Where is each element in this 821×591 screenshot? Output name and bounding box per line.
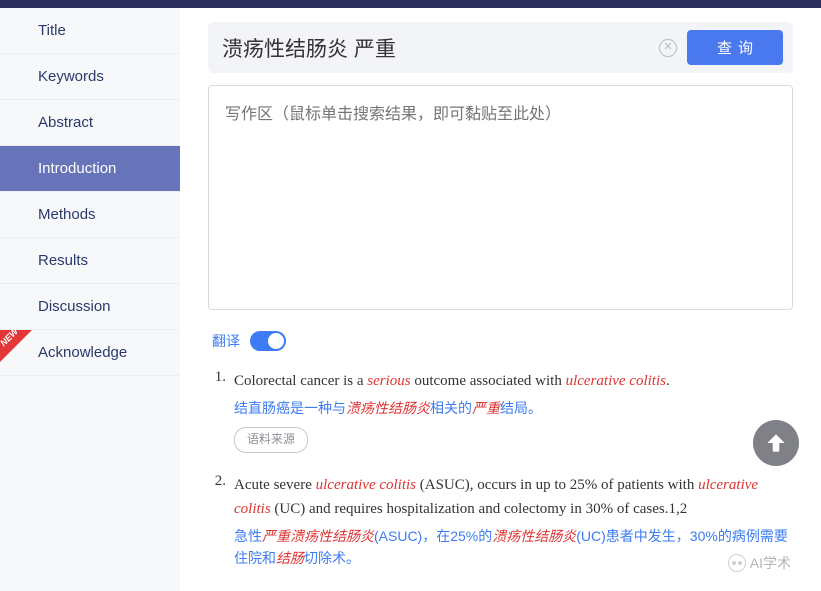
result-english: Colorectal cancer is a serious outcome a… (234, 369, 793, 393)
watermark: AI学术 (728, 553, 791, 573)
translate-row: 翻译 (212, 331, 793, 351)
result-number: 2. (208, 473, 234, 570)
sidebar-item-methods[interactable]: Methods (0, 192, 180, 238)
translate-label: 翻译 (212, 331, 240, 351)
sidebar-item-results[interactable]: Results (0, 238, 180, 284)
main-content: ✕ 查询 翻译 1. Colorectal cancer is a seriou… (180, 8, 821, 591)
clear-icon[interactable]: ✕ (659, 39, 677, 57)
arrow-up-icon (763, 430, 789, 456)
top-bar (0, 0, 821, 8)
search-row: ✕ 查询 (208, 22, 793, 73)
result-english: Acute severe ulcerative colitis (ASUC), … (234, 473, 793, 521)
sidebar-item-keywords[interactable]: Keywords (0, 54, 180, 100)
sidebar-item-label: Acknowledge (38, 344, 127, 361)
sidebar-item-acknowledge[interactable]: NEW Acknowledge (0, 330, 180, 376)
search-input[interactable] (222, 36, 649, 60)
search-button[interactable]: 查询 (687, 30, 783, 65)
scroll-top-button[interactable] (753, 420, 799, 466)
new-ribbon-icon: NEW (0, 330, 32, 362)
sidebar: Title Keywords Abstract Introduction Met… (0, 8, 180, 591)
result-chinese: 结直肠癌是一种与溃疡性结肠炎相关的严重结局。 (234, 397, 793, 419)
sidebar-item-abstract[interactable]: Abstract (0, 100, 180, 146)
sidebar-item-title[interactable]: Title (0, 8, 180, 54)
result-item[interactable]: 1. Colorectal cancer is a serious outcom… (208, 369, 793, 453)
source-button[interactable]: 语料来源 (234, 427, 308, 452)
result-chinese: 急性严重溃疡性结肠炎(ASUC)，在25%的溃疡性结肠炎(UC)患者中发生，30… (234, 525, 793, 570)
wechat-icon (728, 554, 746, 572)
sidebar-item-discussion[interactable]: Discussion (0, 284, 180, 330)
writing-area[interactable] (208, 85, 793, 310)
result-item[interactable]: 2. Acute severe ulcerative colitis (ASUC… (208, 473, 793, 570)
sidebar-item-introduction[interactable]: Introduction (0, 146, 180, 192)
translate-toggle[interactable] (250, 331, 286, 351)
result-number: 1. (208, 369, 234, 453)
